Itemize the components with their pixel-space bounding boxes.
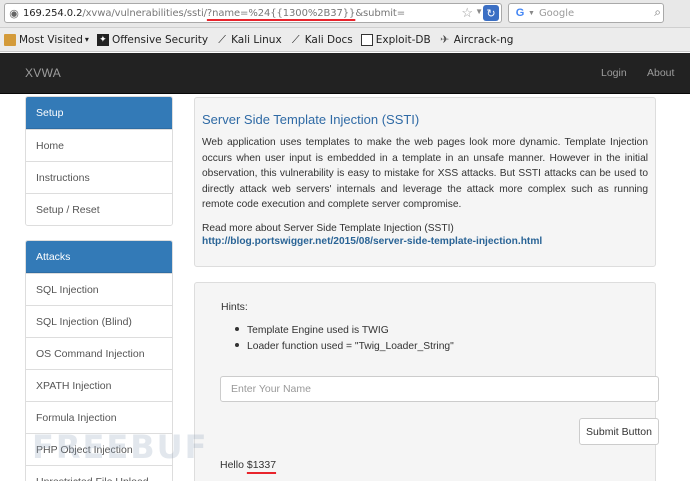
login-link[interactable]: Login xyxy=(601,67,627,79)
bullet-icon xyxy=(235,343,239,348)
sidebar-item-formula-injection[interactable]: Formula Injection xyxy=(26,401,172,433)
bookmark-kali-linux[interactable]: ⟋ Kali Linux xyxy=(216,32,281,46)
sidebar-item-sql-injection[interactable]: SQL Injection xyxy=(26,273,172,305)
submit-button[interactable]: Submit Button xyxy=(579,418,659,445)
bullet-icon xyxy=(235,327,239,332)
bookmark-offensive-security[interactable]: ✦ Offensive Security xyxy=(96,33,208,46)
url-text[interactable]: 169.254.0.2/xvwa/vulnerabilities/ssti/?n… xyxy=(23,8,405,19)
result-value: $1337 xyxy=(246,459,277,471)
read-more-text: Read more about Server Side Template Inj… xyxy=(202,222,454,234)
url-history-dropdown-icon[interactable]: ▼ xyxy=(475,7,483,16)
portswigger-link[interactable]: http://blog.portswigger.net/2015/08/serv… xyxy=(202,236,648,247)
app-navbar: XVWA Login About xyxy=(0,53,690,94)
result-output: Hello $1337 xyxy=(220,459,277,471)
sidebar-setup-group: Setup Home Instructions Setup / Reset xyxy=(25,96,173,226)
about-link[interactable]: About xyxy=(647,67,674,79)
bookmark-most-visited[interactable]: Most Visited ▾ xyxy=(4,33,89,46)
browser-toolbar: ◉ 169.254.0.2/xvwa/vulnerabilities/ssti/… xyxy=(0,0,690,28)
bookmark-kali-docs[interactable]: ⟋ Kali Docs xyxy=(290,32,353,46)
reload-icon[interactable]: ↻ xyxy=(483,5,499,21)
search-icon[interactable]: ⌕ xyxy=(654,5,661,20)
url-bar[interactable]: ◉ 169.254.0.2/xvwa/vulnerabilities/ssti/… xyxy=(4,3,502,23)
hints-label: Hints: xyxy=(221,301,248,313)
sidebar-item-xpath-injection[interactable]: XPATH Injection xyxy=(26,369,172,401)
sidebar-item-sql-injection-blind[interactable]: SQL Injection (Blind) xyxy=(26,305,172,337)
ssti-form-panel: Hints: Template Engine used is TWIG Load… xyxy=(194,282,659,481)
url-payload: ?name=%24{{1300%2B37}} xyxy=(206,7,356,19)
brand-logo[interactable]: XVWA xyxy=(25,66,61,80)
page-description: Web application uses templates to make t… xyxy=(202,137,648,210)
name-input[interactable] xyxy=(220,376,659,402)
exploit-db-icon xyxy=(360,33,373,46)
google-icon[interactable]: G xyxy=(513,6,527,20)
search-placeholder: Google xyxy=(538,7,575,19)
sidebar-heading-attacks[interactable]: Attacks xyxy=(26,241,172,273)
globe-icon: ◉ xyxy=(9,7,19,20)
folder-icon xyxy=(4,33,16,46)
sidebar-item-home[interactable]: Home xyxy=(26,129,172,161)
sidebar-item-php-object-injection[interactable]: PHP Object Injection xyxy=(26,433,172,465)
hint-item: Template Engine used is TWIG xyxy=(235,325,389,336)
bookmark-star-icon[interactable]: ☆ xyxy=(461,5,473,21)
sidebar-item-setup-reset[interactable]: Setup / Reset xyxy=(26,193,172,225)
sidebar-item-os-command-injection[interactable]: OS Command Injection xyxy=(26,337,172,369)
page-title: Server Side Template Injection (SSTI) xyxy=(202,112,420,127)
sidebar-attacks-group: Attacks SQL Injection SQL Injection (Bli… xyxy=(25,240,173,481)
bookmarks-toolbar: Most Visited ▾ ✦ Offensive Security ⟋ Ka… xyxy=(0,28,690,52)
offsec-icon: ✦ xyxy=(96,33,109,46)
kali-dragon-icon: ⟋ xyxy=(291,32,300,46)
search-engine-dropdown-icon[interactable]: ▼ xyxy=(528,10,535,17)
hint-item: Loader function used = "Twig_Loader_Stri… xyxy=(235,341,454,352)
sidebar-item-instructions[interactable]: Instructions xyxy=(26,161,172,193)
bookmark-exploit-db[interactable]: Exploit-DB xyxy=(360,33,431,46)
bookmark-aircrack[interactable]: ✈ Aircrack-ng xyxy=(439,33,513,46)
sidebar-heading-setup[interactable]: Setup xyxy=(26,97,172,129)
kali-dragon-icon: ⟋ xyxy=(218,32,226,46)
sidebar-item-unrestricted-file-upload[interactable]: Unrestricted File Upload xyxy=(26,465,172,481)
search-bar[interactable]: G ▼ Google ⌕ xyxy=(508,3,664,23)
ssti-info-panel: Server Side Template Injection (SSTI) We… xyxy=(194,97,656,267)
aircrack-icon: ✈ xyxy=(440,33,450,46)
